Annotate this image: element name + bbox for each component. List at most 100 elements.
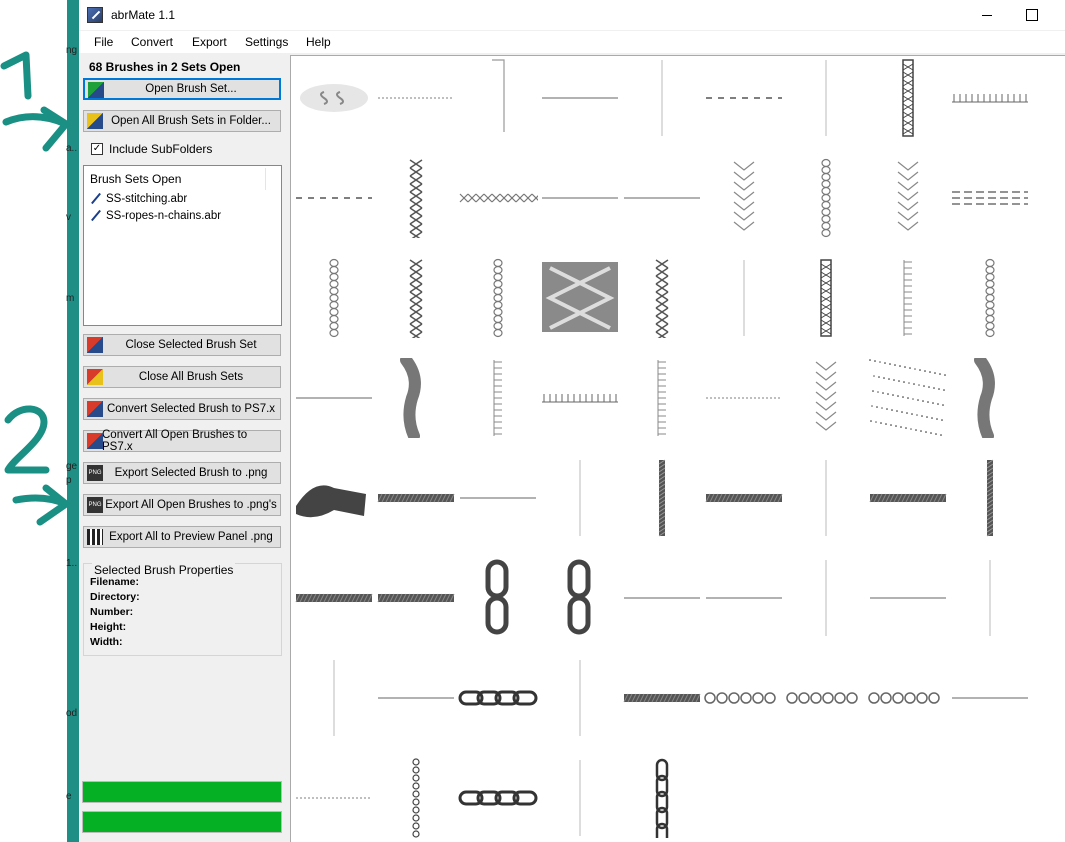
brush-thumbnail[interactable] — [458, 158, 538, 238]
brush-thumbnail[interactable] — [868, 158, 948, 238]
convert-selected-button[interactable]: Convert Selected Brush to PS7.x — [83, 398, 281, 420]
lacing-panel-icon — [542, 262, 618, 332]
brush-thumbnail[interactable] — [294, 158, 374, 238]
open-brush-set-button[interactable]: Open Brush Set... — [83, 78, 281, 100]
chain-link-v-icon — [567, 559, 591, 635]
brush-thumbnail[interactable] — [376, 458, 456, 538]
brush-thumbnail[interactable] — [540, 258, 620, 338]
include-subfolders-checkbox[interactable]: ✓ Include SubFolders — [91, 142, 212, 156]
brush-thumbnail[interactable] — [868, 658, 948, 738]
brush-thumbnail[interactable] — [622, 458, 702, 538]
brush-thumbnail[interactable] — [376, 158, 456, 238]
rope-v-icon — [986, 459, 994, 537]
brush-thumbnail[interactable] — [294, 758, 374, 838]
brush-thumbnail[interactable] — [786, 158, 866, 238]
brush-thumbnail[interactable] — [950, 558, 1030, 638]
export-selected-png-button[interactable]: PNG Export Selected Brush to .png — [83, 462, 281, 484]
brush-preview-panel[interactable] — [290, 55, 1065, 842]
bead-chain-v-icon — [412, 758, 420, 838]
brush-thumbnail[interactable] — [786, 58, 866, 138]
brush-thumbnail[interactable] — [458, 58, 538, 138]
list-item[interactable]: SS-stitching.abr — [90, 193, 187, 205]
brush-thumbnail[interactable] — [540, 558, 620, 638]
brush-thumbnail[interactable] — [622, 558, 702, 638]
brush-thumbnail[interactable] — [950, 458, 1030, 538]
brush-thumbnail[interactable] — [868, 458, 948, 538]
menu-convert[interactable]: Convert — [131, 35, 173, 49]
brush-thumbnail[interactable] — [376, 358, 456, 438]
brush-thumbnail[interactable] — [622, 758, 702, 838]
menu-export[interactable]: Export — [192, 35, 227, 49]
menu-settings[interactable]: Settings — [245, 35, 288, 49]
brush-thumbnail[interactable] — [868, 358, 948, 438]
brush-thumbnail[interactable] — [868, 58, 948, 138]
brush-thumbnail[interactable] — [540, 458, 620, 538]
brush-thumbnail[interactable] — [704, 358, 784, 438]
brush-thumbnail[interactable] — [704, 658, 784, 738]
export-preview-png-button[interactable]: Export All to Preview Panel .png — [83, 526, 281, 548]
brush-thumbnail[interactable] — [540, 58, 620, 138]
brush-thumbnail[interactable] — [786, 258, 866, 338]
prop-height-label: Height: — [90, 621, 127, 633]
app-icon — [87, 7, 103, 23]
brush-thumbnail[interactable] — [458, 358, 538, 438]
menu-help[interactable]: Help — [306, 35, 331, 49]
brush-thumbnail[interactable] — [376, 558, 456, 638]
convert-all-button[interactable]: Convert All Open Brushes to PS7.x — [83, 429, 281, 453]
brush-thumbnail[interactable] — [868, 258, 948, 338]
prop-directory-label: Directory: — [90, 591, 140, 603]
brush-thumbnail[interactable] — [458, 658, 538, 738]
open-all-in-folder-button[interactable]: Open All Brush Sets in Folder... — [83, 110, 281, 132]
brush-thumbnail[interactable] — [294, 658, 374, 738]
brush-thumbnail[interactable] — [950, 158, 1030, 238]
brush-thumbnail[interactable] — [950, 58, 1030, 138]
brush-thumbnail[interactable] — [458, 258, 538, 338]
brush-thumbnail[interactable] — [458, 558, 538, 638]
brush-thumbnail[interactable] — [540, 658, 620, 738]
brush-thumbnail[interactable] — [376, 758, 456, 838]
brush-thumbnail[interactable] — [950, 358, 1030, 438]
brush-thumbnail[interactable] — [458, 458, 538, 538]
brush-thumbnail[interactable] — [458, 758, 538, 838]
menu-file[interactable]: File — [94, 35, 113, 49]
brush-thumbnail[interactable] — [294, 458, 374, 538]
brush-thumbnail[interactable] — [786, 458, 866, 538]
list-item[interactable]: SS-ropes-n-chains.abr — [90, 210, 221, 222]
brush-thumbnail[interactable] — [868, 558, 948, 638]
maximize-button[interactable] — [1009, 0, 1055, 30]
brush-thumbnail[interactable] — [950, 258, 1030, 338]
brush-thumbnail[interactable] — [294, 58, 374, 138]
brush-thumbnail[interactable] — [704, 58, 784, 138]
brush-thumbnail[interactable] — [540, 758, 620, 838]
brush-thumbnail[interactable] — [786, 658, 866, 738]
close-selected-set-button[interactable]: Close Selected Brush Set — [83, 334, 281, 356]
brush-thumbnail[interactable] — [622, 158, 702, 238]
x-stitch-h-icon — [459, 193, 538, 203]
brush-thumbnail[interactable] — [704, 458, 784, 538]
brush-thumbnail[interactable] — [704, 158, 784, 238]
brush-thumbnail[interactable] — [376, 58, 456, 138]
brush-thumbnail[interactable] — [294, 258, 374, 338]
export-all-png-button[interactable]: PNG Export All Open Brushes to .png's — [83, 494, 281, 516]
brush-sets-list[interactable]: Brush Sets Open SS-stitching.abr SS-rope… — [83, 165, 282, 326]
brush-thumbnail[interactable] — [540, 158, 620, 238]
brush-thumbnail[interactable] — [786, 358, 866, 438]
close-all-sets-button[interactable]: Close All Brush Sets — [83, 366, 281, 388]
desktop-glyph: v — [66, 212, 71, 223]
brush-thumbnail[interactable] — [622, 358, 702, 438]
brush-thumbnail[interactable] — [540, 358, 620, 438]
brush-thumbnail[interactable] — [622, 258, 702, 338]
title-bar[interactable]: abrMate 1.1 — [79, 0, 1065, 30]
brush-thumbnail[interactable] — [786, 558, 866, 638]
brush-thumbnail[interactable] — [376, 258, 456, 338]
desktop-glyph: 1.. — [66, 558, 78, 569]
brush-thumbnail[interactable] — [950, 658, 1030, 738]
brush-thumbnail[interactable] — [376, 658, 456, 738]
brush-thumbnail[interactable] — [704, 558, 784, 638]
brush-thumbnail[interactable] — [294, 358, 374, 438]
brush-thumbnail[interactable] — [622, 58, 702, 138]
brush-thumbnail[interactable] — [622, 658, 702, 738]
brush-thumbnail[interactable] — [294, 558, 374, 638]
brush-thumbnail[interactable] — [704, 258, 784, 338]
minimize-button[interactable] — [964, 0, 1010, 30]
